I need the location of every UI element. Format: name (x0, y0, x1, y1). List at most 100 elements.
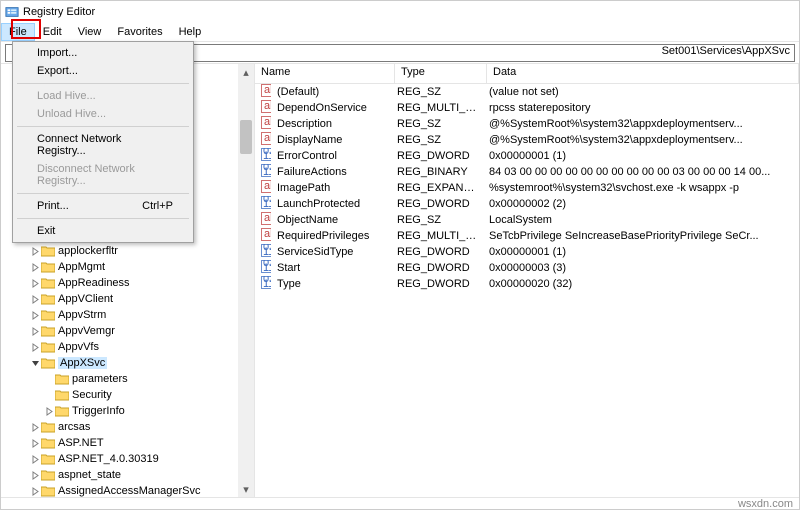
scroll-down-icon[interactable]: ▾ (238, 481, 254, 497)
value-row[interactable]: abObjectNameREG_SZLocalSystem (255, 212, 799, 228)
chevron-right-icon[interactable] (29, 247, 41, 256)
tree-item-appxsvc[interactable]: AppXSvc (1, 355, 254, 371)
tree-item-asp-net-4-0-30319[interactable]: ASP.NET_4.0.30319 (1, 451, 254, 467)
tree-item-applockerfltr[interactable]: applockerfltr (1, 243, 254, 259)
value-row[interactable]: abDisplayNameREG_SZ@%SystemRoot%\system3… (255, 132, 799, 148)
folder-icon (41, 293, 55, 305)
chevron-right-icon[interactable] (29, 423, 41, 432)
value-row[interactable]: abRequiredPrivilegesREG_MULTI_SZSeTcbPri… (255, 228, 799, 244)
chevron-right-icon[interactable] (29, 343, 41, 352)
svg-text:ab: ab (264, 116, 271, 128)
scroll-thumb[interactable] (240, 120, 252, 154)
value-data: %systemroot%\system32\svchost.exe -k wsa… (483, 182, 799, 194)
value-type: REG_DWORD (391, 198, 483, 210)
value-row[interactable]: 011110TypeREG_DWORD0x00000020 (32) (255, 276, 799, 292)
tree-item-label: AppXSvc (58, 357, 107, 369)
menu-separator (17, 218, 189, 219)
menu-separator (17, 126, 189, 127)
tree-item-appvstrm[interactable]: AppvStrm (1, 307, 254, 323)
menu-item-import[interactable]: Import... (15, 44, 191, 62)
value-row[interactable]: 011110FailureActionsREG_BINARY84 03 00 0… (255, 164, 799, 180)
menu-edit[interactable]: Edit (35, 23, 70, 41)
value-row[interactable]: 011110ErrorControlREG_DWORD0x00000001 (1… (255, 148, 799, 164)
menu-favorites[interactable]: Favorites (109, 23, 170, 41)
tree-item-appreadiness[interactable]: AppReadiness (1, 275, 254, 291)
col-data[interactable]: Data (487, 64, 799, 83)
tree-scrollbar[interactable]: ▴ ▾ (238, 64, 254, 497)
list-header: Name Type Data (255, 64, 799, 84)
value-row[interactable]: 011110StartREG_DWORD0x00000003 (3) (255, 260, 799, 276)
chevron-right-icon[interactable] (29, 279, 41, 288)
value-data: LocalSystem (483, 214, 799, 226)
value-name: ImagePath (271, 182, 391, 194)
chevron-right-icon[interactable] (29, 439, 41, 448)
value-name: ObjectName (271, 214, 391, 226)
regedit-icon (5, 5, 19, 19)
value-type: REG_SZ (391, 86, 483, 98)
tree-item-label: AssignedAccessManagerSvc (58, 485, 200, 497)
col-name[interactable]: Name (255, 64, 395, 83)
chevron-right-icon[interactable] (29, 263, 41, 272)
string-value-icon: ab (255, 228, 271, 244)
chevron-right-icon[interactable] (29, 455, 41, 464)
menu-help[interactable]: Help (171, 23, 210, 41)
menu-item-unload-hive: Unload Hive... (15, 105, 191, 123)
value-name: (Default) (271, 86, 391, 98)
value-type: REG_DWORD (391, 262, 483, 274)
watermark: wsxdn.com (738, 498, 793, 510)
value-row[interactable]: abDescriptionREG_SZ@%SystemRoot%\system3… (255, 116, 799, 132)
value-data: 0x00000003 (3) (483, 262, 799, 274)
menu-file[interactable]: File (1, 23, 35, 41)
tree-item-parameters[interactable]: parameters (1, 371, 254, 387)
col-type[interactable]: Type (395, 64, 487, 83)
value-name: DisplayName (271, 134, 391, 146)
menu-item-print[interactable]: Print...Ctrl+P (15, 197, 191, 215)
menu-item-export[interactable]: Export... (15, 62, 191, 80)
menu-separator (17, 193, 189, 194)
tree-item-arcsas[interactable]: arcsas (1, 419, 254, 435)
tree-item-assignedaccessmanagersvc[interactable]: AssignedAccessManagerSvc (1, 483, 254, 497)
value-row[interactable]: abDependOnServiceREG_MULTI_SZrpcss state… (255, 100, 799, 116)
scroll-up-icon[interactable]: ▴ (238, 64, 254, 80)
value-data: @%SystemRoot%\system32\appxdeploymentser… (483, 134, 799, 146)
tree-item-appmgmt[interactable]: AppMgmt (1, 259, 254, 275)
tree-item-asp-net[interactable]: ASP.NET (1, 435, 254, 451)
binary-value-icon: 011110 (255, 276, 271, 292)
folder-icon (41, 485, 55, 497)
tree-item-label: parameters (72, 373, 128, 385)
chevron-right-icon[interactable] (29, 471, 41, 480)
value-type: REG_DWORD (391, 150, 483, 162)
menu-item-disconnect-network-registry: Disconnect Network Registry... (15, 160, 191, 190)
tree-item-security[interactable]: Security (1, 387, 254, 403)
tree-item-label: AppMgmt (58, 261, 105, 273)
tree-item-appvvemgr[interactable]: AppvVemgr (1, 323, 254, 339)
chevron-right-icon[interactable] (29, 487, 41, 496)
binary-value-icon: 011110 (255, 164, 271, 180)
value-row[interactable]: 011110ServiceSidTypeREG_DWORD0x00000001 … (255, 244, 799, 260)
svg-text:110: 110 (263, 166, 271, 177)
tree-item-appvclient[interactable]: AppVClient (1, 291, 254, 307)
value-data: (value not set) (483, 86, 799, 98)
value-type: REG_BINARY (391, 166, 483, 178)
menu-item-exit[interactable]: Exit (15, 222, 191, 240)
value-type: REG_SZ (391, 134, 483, 146)
menu-item-connect-network-registry[interactable]: Connect Network Registry... (15, 130, 191, 160)
value-name: DependOnService (271, 102, 391, 114)
status-bar: wsxdn.com (1, 497, 799, 509)
value-row[interactable]: ab(Default)REG_SZ(value not set) (255, 84, 799, 100)
menu-separator (17, 83, 189, 84)
chevron-down-icon[interactable] (29, 359, 41, 368)
chevron-right-icon[interactable] (43, 407, 55, 416)
tree-item-aspnet-state[interactable]: aspnet_state (1, 467, 254, 483)
chevron-right-icon[interactable] (29, 327, 41, 336)
tree-item-label: arcsas (58, 421, 90, 433)
chevron-right-icon[interactable] (29, 311, 41, 320)
tree-item-appvvfs[interactable]: AppvVfs (1, 339, 254, 355)
window-title: Registry Editor (23, 6, 95, 18)
tree-item-triggerinfo[interactable]: TriggerInfo (1, 403, 254, 419)
value-row[interactable]: abImagePathREG_EXPAND_SZ%systemroot%\sys… (255, 180, 799, 196)
value-row[interactable]: 011110LaunchProtectedREG_DWORD0x00000002… (255, 196, 799, 212)
chevron-right-icon[interactable] (29, 295, 41, 304)
menu-view[interactable]: View (70, 23, 110, 41)
folder-icon (41, 277, 55, 289)
